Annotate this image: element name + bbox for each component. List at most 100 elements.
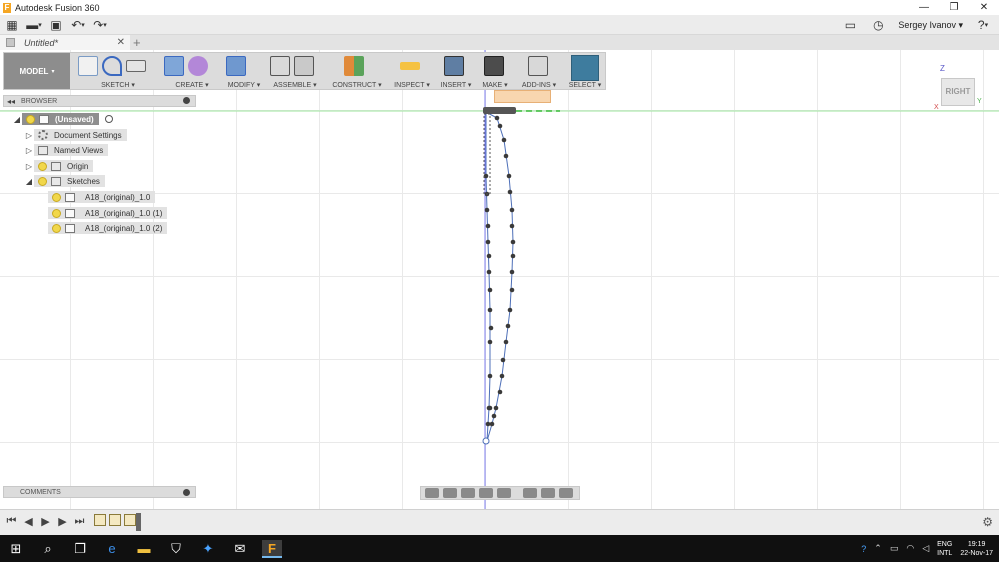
look-at-icon[interactable] bbox=[443, 488, 457, 498]
visibility-bulb-icon[interactable] bbox=[52, 208, 61, 218]
redo-icon[interactable]: ↷▾ bbox=[92, 17, 108, 33]
clock-icon[interactable]: ◷ bbox=[870, 17, 886, 33]
expand-arrow-icon[interactable]: ◢ bbox=[12, 115, 22, 124]
grid-settings-icon[interactable] bbox=[541, 488, 555, 498]
go-to-start-icon[interactable]: ⏮ bbox=[6, 515, 17, 528]
3d-print-icon[interactable] bbox=[484, 56, 504, 76]
browser-item-sketches[interactable]: ◢ Sketches bbox=[24, 175, 105, 187]
close-icon[interactable]: ✕ bbox=[969, 0, 999, 15]
expand-arrow-icon[interactable]: ▷ bbox=[24, 131, 34, 140]
task-view-icon[interactable]: ❐ bbox=[70, 540, 90, 558]
minimize-icon[interactable]: — bbox=[909, 0, 939, 15]
make-group-label[interactable]: MAKE ▾ bbox=[480, 81, 510, 89]
document-tab[interactable]: Untitled* ✕ bbox=[0, 35, 130, 50]
help-icon[interactable]: ?▾ bbox=[975, 17, 991, 33]
timeline-sketch-feature[interactable] bbox=[109, 514, 121, 526]
edge-browser-icon[interactable]: e bbox=[102, 540, 122, 558]
insert-image-icon[interactable] bbox=[444, 56, 464, 76]
sketch-item[interactable]: A18_(original)_1.0 (2) bbox=[48, 222, 168, 234]
search-icon[interactable]: ⌕ bbox=[38, 540, 58, 558]
scripts-addins-icon[interactable] bbox=[528, 56, 548, 76]
browser-header[interactable]: ◂◂ BROWSER bbox=[3, 95, 196, 107]
new-tab-icon[interactable]: + bbox=[133, 35, 141, 50]
timeline-sketch-feature[interactable] bbox=[124, 514, 136, 526]
file-menu-icon[interactable]: ▬▾ bbox=[26, 17, 42, 33]
insert-group-label[interactable]: INSERT ▾ bbox=[438, 81, 474, 89]
pin-icon[interactable] bbox=[183, 97, 190, 104]
sketch-item[interactable]: A18_(original)_1.0 (1) bbox=[48, 207, 168, 219]
fusion-taskbar-icon[interactable]: F bbox=[262, 539, 282, 558]
browser-item-named-views[interactable]: ▷ Named Views bbox=[24, 144, 109, 156]
visibility-bulb-icon[interactable] bbox=[38, 161, 47, 171]
inspect-group-label[interactable]: INSPECT ▾ bbox=[390, 81, 434, 89]
joint-icon[interactable] bbox=[294, 56, 314, 76]
workspace-switcher[interactable]: MODEL ▾ bbox=[4, 53, 70, 89]
close-tab-icon[interactable]: ✕ bbox=[117, 35, 125, 50]
stop-sketch-icon[interactable] bbox=[126, 60, 146, 72]
step-forward-icon[interactable]: ▶ bbox=[57, 515, 68, 528]
press-pull-icon[interactable] bbox=[226, 56, 246, 76]
view-cube[interactable]: RIGHT bbox=[941, 78, 975, 106]
expand-arrow-icon[interactable]: ▷ bbox=[24, 146, 34, 155]
collapse-panel-icon[interactable]: ◂◂ bbox=[7, 97, 15, 106]
select-group-label[interactable]: SELECT ▾ bbox=[566, 81, 604, 89]
save-icon[interactable]: ▣ bbox=[48, 17, 64, 33]
system-clock[interactable]: 19:19 22-Nov-17 bbox=[960, 540, 993, 558]
design-canvas[interactable] bbox=[0, 50, 999, 509]
timeline-sketch-feature[interactable] bbox=[94, 514, 106, 526]
orbit-icon[interactable] bbox=[425, 488, 439, 498]
browser-root-node[interactable]: ◢ (Unsaved) bbox=[12, 113, 113, 125]
user-account-menu[interactable]: Sergey Ivanov ▾ bbox=[898, 20, 963, 31]
sketch-group-label[interactable]: SKETCH ▾ bbox=[78, 81, 158, 89]
input-language[interactable]: ENG INTL bbox=[937, 540, 952, 558]
add-ins-group-label[interactable]: ADD-INS ▾ bbox=[516, 81, 562, 89]
form-icon[interactable] bbox=[188, 56, 208, 76]
expand-arrow-icon[interactable]: ▷ bbox=[24, 162, 34, 171]
visibility-bulb-icon[interactable] bbox=[52, 223, 61, 233]
file-explorer-icon[interactable]: ▬ bbox=[134, 540, 154, 558]
timeline-settings-gear-icon[interactable]: ⚙ bbox=[982, 515, 993, 529]
windows-start-icon[interactable]: ⊞ bbox=[6, 540, 26, 558]
step-back-icon[interactable]: ◀ bbox=[23, 515, 34, 528]
job-status-icon[interactable]: ▭ bbox=[842, 17, 858, 33]
data-panel-grid-icon[interactable]: ▦ bbox=[4, 17, 20, 33]
go-to-end-icon[interactable]: ⏭ bbox=[74, 515, 85, 528]
undo-icon[interactable]: ↶▾ bbox=[70, 17, 86, 33]
visibility-bulb-icon[interactable] bbox=[52, 192, 61, 202]
measure-icon[interactable] bbox=[400, 62, 420, 70]
viewports-icon[interactable] bbox=[559, 488, 573, 498]
construct-group-label[interactable]: CONSTRUCT ▾ bbox=[330, 81, 384, 89]
comments-panel[interactable]: COMMENTS bbox=[3, 486, 196, 498]
activate-radio-icon[interactable] bbox=[104, 115, 113, 123]
wifi-icon[interactable]: ◠ bbox=[906, 543, 914, 554]
spline-icon[interactable] bbox=[102, 56, 122, 76]
show-hidden-icons-icon[interactable]: ⌃ bbox=[874, 543, 882, 554]
modify-group-label[interactable]: MODIFY ▾ bbox=[226, 81, 262, 89]
assemble-group-label[interactable]: ASSEMBLE ▾ bbox=[270, 81, 320, 89]
browser-item-document-settings[interactable]: ▷ Document Settings bbox=[24, 129, 127, 141]
collapse-arrow-icon[interactable]: ◢ bbox=[24, 177, 34, 186]
volume-icon[interactable]: ◁ bbox=[922, 543, 929, 554]
battery-icon[interactable]: ▭ bbox=[890, 543, 899, 554]
zoom-icon[interactable] bbox=[479, 488, 493, 498]
new-component-icon[interactable] bbox=[270, 56, 290, 76]
extrude-icon[interactable] bbox=[164, 56, 184, 76]
create-sketch-icon[interactable] bbox=[78, 56, 98, 76]
visibility-bulb-icon[interactable] bbox=[26, 114, 35, 124]
dropbox-icon[interactable]: ✦ bbox=[198, 540, 218, 558]
add-comment-icon[interactable] bbox=[183, 489, 190, 496]
display-settings-icon[interactable] bbox=[523, 488, 537, 498]
restore-icon[interactable]: ❐ bbox=[939, 0, 969, 15]
play-icon[interactable]: ▶ bbox=[40, 515, 51, 528]
visibility-bulb-icon[interactable] bbox=[38, 176, 47, 186]
sketch-item[interactable]: A18_(original)_1.0 bbox=[48, 191, 156, 203]
offset-plane-icon[interactable] bbox=[344, 56, 364, 76]
timeline-marker[interactable] bbox=[136, 513, 141, 531]
store-icon[interactable]: ⛉ bbox=[166, 540, 186, 558]
fit-icon[interactable] bbox=[497, 488, 511, 498]
pan-icon[interactable] bbox=[461, 488, 475, 498]
browser-item-origin[interactable]: ▷ Origin bbox=[24, 160, 94, 172]
create-group-label[interactable]: CREATE ▾ bbox=[164, 81, 220, 89]
help-tray-icon[interactable]: ? bbox=[861, 544, 866, 554]
mail-icon[interactable]: ✉ bbox=[230, 540, 250, 558]
